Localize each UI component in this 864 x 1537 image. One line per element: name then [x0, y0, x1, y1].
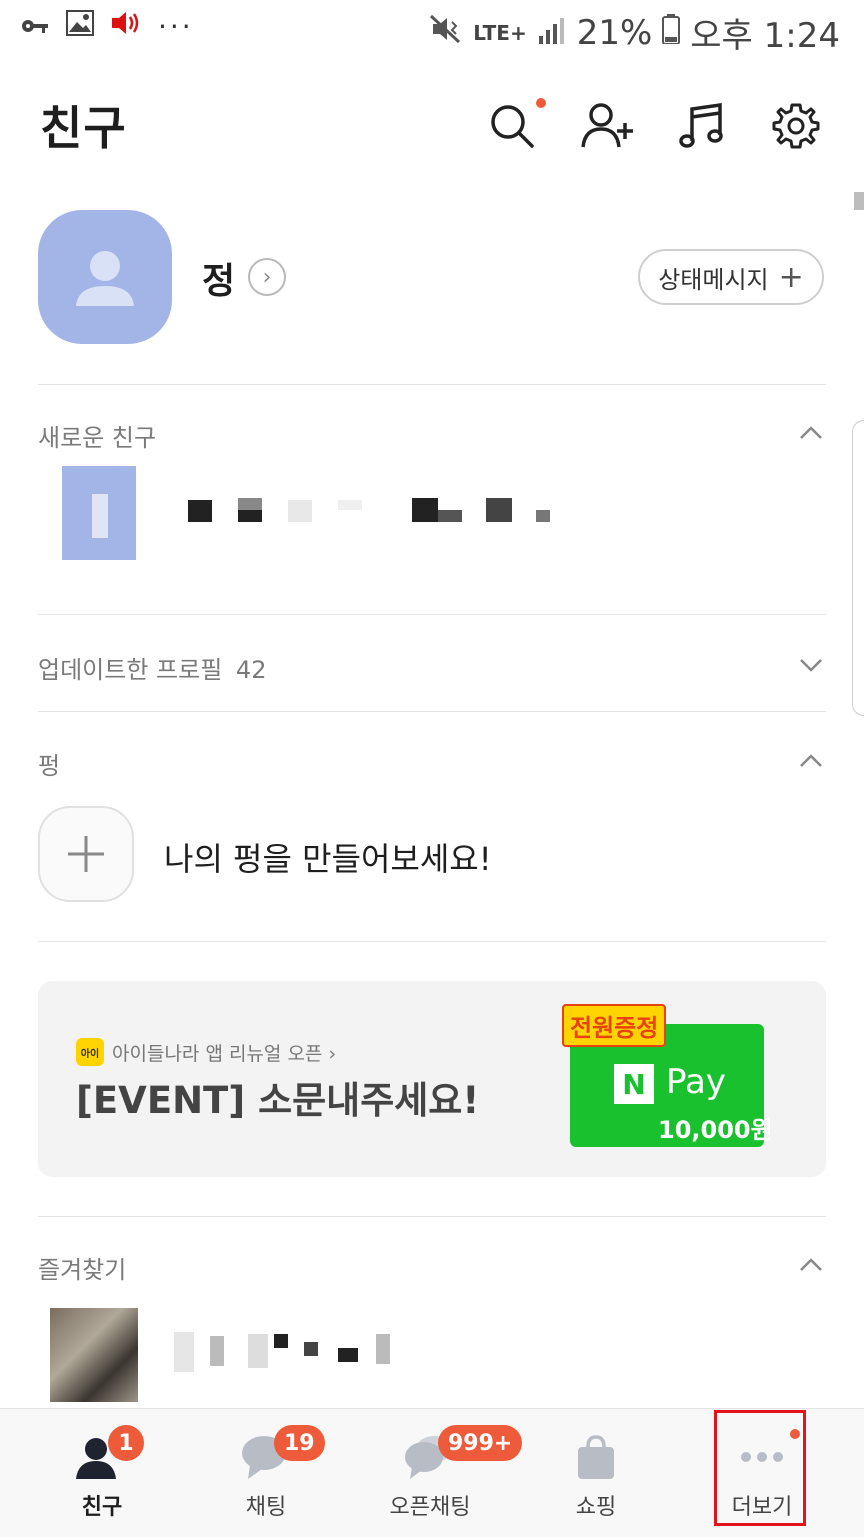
- blurred-text: [248, 1334, 268, 1368]
- clock: 오후 1:24: [690, 16, 840, 56]
- divider: [38, 384, 826, 385]
- notification-dot: [536, 98, 546, 108]
- nav-friends[interactable]: 1 친구: [16, 1409, 188, 1537]
- section-ping[interactable]: 펑: [38, 746, 60, 781]
- blurred-text: [376, 1334, 390, 1364]
- favorite-avatar-blurred: [50, 1308, 138, 1402]
- nav-open-chat[interactable]: 999+ 오픈채팅: [344, 1409, 523, 1537]
- highlight-box: [714, 1410, 806, 1526]
- more-notifications-icon: ···: [158, 10, 194, 43]
- npay-logo: N: [614, 1064, 654, 1104]
- section-new-friends[interactable]: 새로운 친구: [38, 418, 156, 453]
- music-button[interactable]: [672, 96, 732, 156]
- blurred-text: [174, 1332, 194, 1372]
- plus-icon: [68, 836, 104, 872]
- image-icon: [66, 10, 94, 43]
- chevron-up-icon[interactable]: [798, 420, 824, 446]
- blurred-text: [438, 510, 462, 522]
- blurred-text: [486, 498, 512, 522]
- blurred-text: [210, 1336, 224, 1366]
- npay-label: Pay: [666, 1062, 726, 1102]
- nav-shopping[interactable]: 쇼핑: [510, 1409, 682, 1537]
- chevron-down-icon[interactable]: [798, 652, 824, 678]
- blurred-text: [536, 510, 550, 522]
- banner-app-logo: 아이: [76, 1038, 104, 1066]
- mute-icon: [429, 13, 463, 53]
- nav-open-chat-label: 오픈채팅: [389, 1495, 471, 1520]
- section-favorites[interactable]: 즐겨찾기: [38, 1250, 126, 1285]
- blurred-text: [274, 1334, 288, 1348]
- nav-chats[interactable]: 19 채팅: [180, 1409, 352, 1537]
- my-profile-name[interactable]: 정: [202, 252, 235, 304]
- lte-indicator: LTE+: [473, 20, 527, 45]
- npay-amount: 10,000원: [658, 1116, 773, 1144]
- blurred-text: [304, 1342, 318, 1356]
- scroll-indicator: [854, 192, 864, 210]
- chevron-up-icon[interactable]: [798, 1252, 824, 1278]
- banner-title: [EVENT] 소문내주세요!: [76, 1079, 480, 1122]
- blurred-text: [238, 498, 262, 510]
- status-message-label: 상태메시지: [658, 265, 769, 294]
- search-button[interactable]: [482, 96, 546, 156]
- blurred-text: [238, 510, 262, 522]
- status-message-button[interactable]: 상태메시지 +: [638, 249, 824, 305]
- key-icon: [20, 10, 50, 43]
- avatar-blur-detail: [92, 494, 108, 538]
- page-title: 친구: [40, 101, 127, 155]
- nav-chats-label: 채팅: [245, 1495, 287, 1520]
- blurred-text: [338, 500, 362, 510]
- plus-icon: +: [778, 259, 804, 295]
- friends-badge: 1: [108, 1425, 144, 1461]
- banner-subtitle: 아이 아이들나라 앱 리뉴얼 오픈 ›: [76, 1038, 336, 1066]
- status-right: LTE+ 21% 오후 1:24: [429, 8, 840, 57]
- status-bar: ··· LTE+ 21% 오후 1:24: [0, 0, 864, 60]
- add-friend-button[interactable]: [578, 96, 638, 156]
- divider: [38, 941, 826, 942]
- divider: [38, 1216, 826, 1217]
- search-icon: [491, 105, 534, 148]
- blurred-text: [412, 498, 438, 522]
- battery-icon: [662, 13, 681, 53]
- signal-icon: [537, 13, 567, 53]
- giveaway-badge: 전원증정: [562, 1004, 667, 1047]
- chevron-up-icon[interactable]: [798, 748, 824, 774]
- create-ping-button[interactable]: [38, 806, 134, 902]
- blurred-text: [188, 500, 212, 522]
- create-ping-prompt[interactable]: 나의 펑을 만들어보세요!: [164, 834, 492, 880]
- banner-subtitle-text: 아이들나라 앱 리뉴얼 오픈 ›: [112, 1042, 337, 1065]
- gear-icon: [772, 103, 820, 149]
- chats-badge: 19: [274, 1425, 325, 1461]
- blurred-text: [338, 1348, 358, 1362]
- favorite-friend-row[interactable]: [38, 1308, 598, 1404]
- add-friend-icon: [581, 103, 633, 148]
- settings-button[interactable]: [766, 96, 826, 156]
- status-left-icons: ···: [20, 10, 194, 43]
- new-friend-row[interactable]: [38, 466, 598, 562]
- shopping-bag-icon: [578, 1435, 614, 1479]
- nav-friends-label: 친구: [81, 1495, 123, 1520]
- blurred-text: [288, 500, 312, 522]
- speaker-icon: [110, 10, 142, 43]
- updated-profiles-label: 업데이트한 프로필: [38, 656, 223, 684]
- my-profile-avatar[interactable]: [38, 210, 172, 344]
- divider: [38, 614, 826, 615]
- profile-chevron-icon[interactable]: ›: [248, 258, 286, 296]
- music-icon: [679, 102, 723, 148]
- divider: [38, 711, 826, 712]
- battery-percent: 21%: [576, 12, 653, 53]
- nav-shopping-label: 쇼핑: [575, 1495, 617, 1520]
- updated-profiles-count: 42: [235, 656, 267, 684]
- section-updated-profiles[interactable]: 업데이트한 프로필 42: [38, 650, 266, 685]
- default-person-icon: [76, 251, 134, 306]
- side-panel-handle[interactable]: [852, 420, 864, 716]
